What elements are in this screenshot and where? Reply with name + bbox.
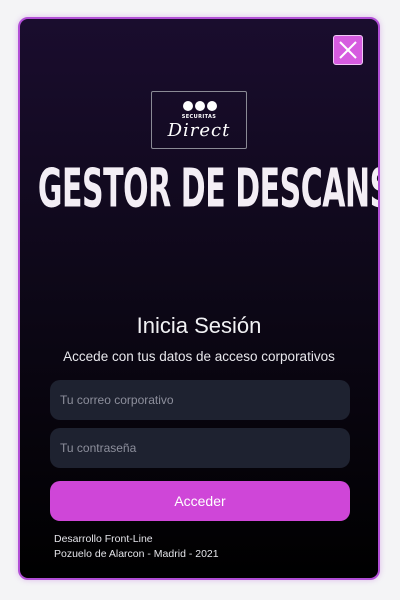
close-icon (339, 41, 357, 59)
logo-dots-icon (183, 101, 217, 111)
password-field[interactable] (50, 428, 350, 468)
close-button[interactable] (333, 35, 363, 65)
footer-line-developer: Desarrollo Front-Line (54, 533, 153, 545)
logo-brand-script: Direct (167, 120, 231, 141)
email-field[interactable] (50, 380, 350, 420)
login-dialog: SECURITAS Direct GESTOR DE DESCANSOS Ini… (18, 17, 380, 580)
login-heading: Inicia Sesión (136, 313, 262, 338)
securitas-direct-logo: SECURITAS Direct (151, 91, 247, 149)
submit-button[interactable]: Acceder (50, 481, 350, 521)
footer-line-location: Pozuelo de Alarcon - Madrid - 2021 (54, 548, 219, 560)
login-subheading: Accede con tus datos de acceso corporati… (63, 349, 335, 364)
footer-credits: Desarrollo Front-Line Pozuelo de Alarcon… (54, 532, 219, 562)
app-title: GESTOR DE DESCANSOS (37, 157, 378, 220)
